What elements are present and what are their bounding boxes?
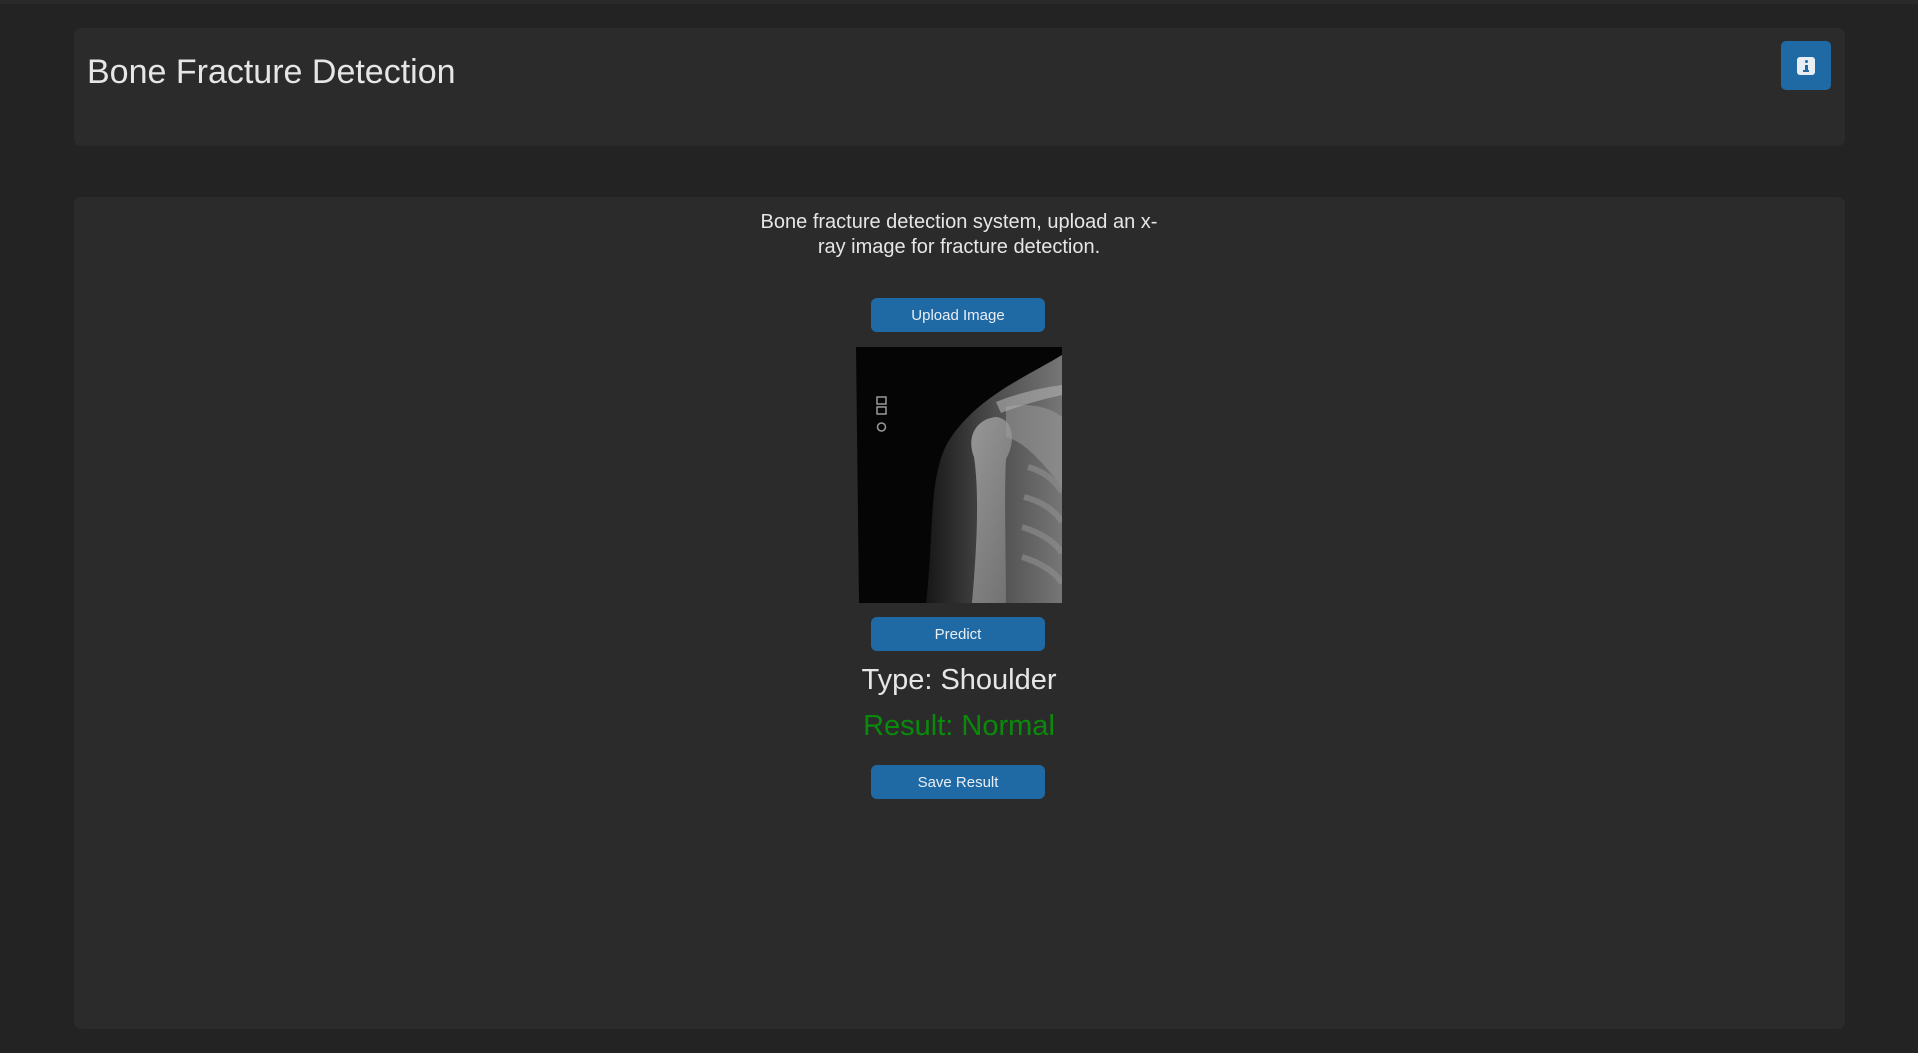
upload-image-button[interactable]: Upload Image [871, 298, 1045, 332]
save-result-button[interactable]: Save Result [871, 765, 1045, 799]
type-label: Type: Shoulder [861, 664, 1057, 696]
info-button[interactable] [1781, 41, 1831, 90]
info-icon [1797, 56, 1815, 75]
xray-preview-image [856, 347, 1062, 603]
predict-button[interactable]: Predict [871, 617, 1045, 651]
result-label: Result: Normal [863, 710, 1055, 742]
page-title: Bone Fracture Detection [87, 53, 456, 91]
window-top-edge [0, 0, 1918, 4]
header-panel: Bone Fracture Detection [74, 28, 1845, 146]
main-panel: Bone fracture detection system, upload a… [74, 197, 1845, 1029]
description-text: Bone fracture detection system, upload a… [760, 211, 1158, 258]
